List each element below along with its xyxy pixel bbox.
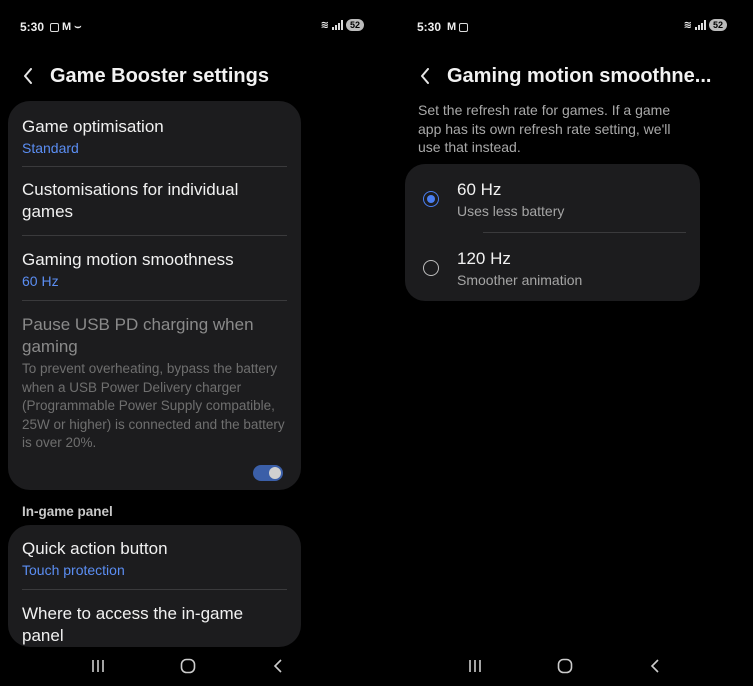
in-game-panel-card: Quick action button Touch protection Whe… [8,525,301,647]
setting-value: 60 Hz [22,273,59,289]
gallery-notification-icon [50,22,60,32]
option-sub: Smoother animation [457,271,583,288]
radio-unselected-icon[interactable] [423,260,439,276]
back-arrow-icon[interactable] [417,66,433,86]
navigation-bar [377,646,753,686]
home-icon[interactable] [178,656,198,676]
setting-game-optimisation[interactable]: Game optimisation Standard [8,101,301,166]
setting-customisations[interactable]: Customisations for individual games [8,167,301,235]
game-booster-settings-screen: 5:30 M ⌣ ≋ 52 Game Booster settings Game… [0,0,376,686]
recent-apps-icon[interactable] [88,656,108,676]
status-time: 5:30 [417,20,442,34]
page-title: Gaming motion smoothne... [447,64,712,87]
setting-quick-action-button[interactable]: Quick action button Touch protection [8,525,301,589]
pause-charging-toggle[interactable] [253,465,283,481]
signal-icon [331,20,343,30]
signal-icon [694,20,706,30]
status-bar: 5:30 M ≋ 52 [417,17,727,37]
back-arrow-icon[interactable] [20,66,36,86]
setting-gaming-motion-smoothness[interactable]: Gaming motion smoothness 60 Hz [8,236,301,300]
missed-call-notification-icon: ⌣ [74,20,82,33]
back-nav-icon[interactable] [645,656,665,676]
battery-icon: 52 [708,19,727,31]
navigation-bar [0,646,376,686]
divider [483,232,686,233]
refresh-rate-options: 60 Hz Uses less battery 120 Hz Smoother … [405,164,700,301]
refresh-rate-description: Set the refresh rate for games. If a gam… [418,102,671,155]
setting-label: Where to access the in-game panel [22,604,244,645]
home-icon[interactable] [555,656,575,676]
back-nav-icon[interactable] [268,656,288,676]
gaming-motion-smoothness-screen: 5:30 M ≋ 52 Gaming motion smoothne... Se… [377,0,753,686]
battery-icon: 52 [345,19,364,31]
status-bar: 5:30 M ⌣ ≋ 52 [20,17,364,37]
app-bar: Gaming motion smoothne... [415,60,743,92]
setting-label: Game optimisation [22,117,164,136]
setting-label: Customisations for individual games [22,180,239,221]
radio-selected-icon[interactable] [423,191,439,207]
setting-pause-usb-pd-charging: Pause USB PD charging when gaming To pre… [8,301,301,491]
section-header-in-game-panel: In-game panel [22,504,113,519]
setting-label: Quick action button [22,539,168,558]
setting-value: Standard [22,140,79,156]
option-sub: Uses less battery [457,202,565,219]
setting-label: Gaming motion smoothness [22,250,234,269]
page-title: Game Booster settings [50,64,269,87]
recent-apps-icon[interactable] [465,656,485,676]
option-label: 120 Hz [457,248,511,268]
wifi-icon: ≋ [320,19,329,31]
app-bar: Game Booster settings [18,60,366,92]
gmail-notification-icon: M [62,21,72,33]
setting-where-to-access-panel[interactable]: Where to access the in-game panel [8,590,301,647]
option-120hz[interactable]: 120 Hz Smoother animation [405,235,700,301]
setting-value: Touch protection [22,562,125,578]
setting-description: To prevent overheating, bypass the batte… [22,361,285,450]
setting-label: Pause USB PD charging when gaming [22,315,254,356]
option-label: 60 Hz [457,179,502,199]
gallery-notification-icon [459,22,469,32]
wifi-icon: ≋ [683,19,692,31]
option-60hz[interactable]: 60 Hz Uses less battery [405,166,700,232]
gmail-notification-icon: M [447,21,457,33]
settings-card: Game optimisation Standard Customisation… [8,101,301,490]
status-time: 5:30 [20,20,45,34]
